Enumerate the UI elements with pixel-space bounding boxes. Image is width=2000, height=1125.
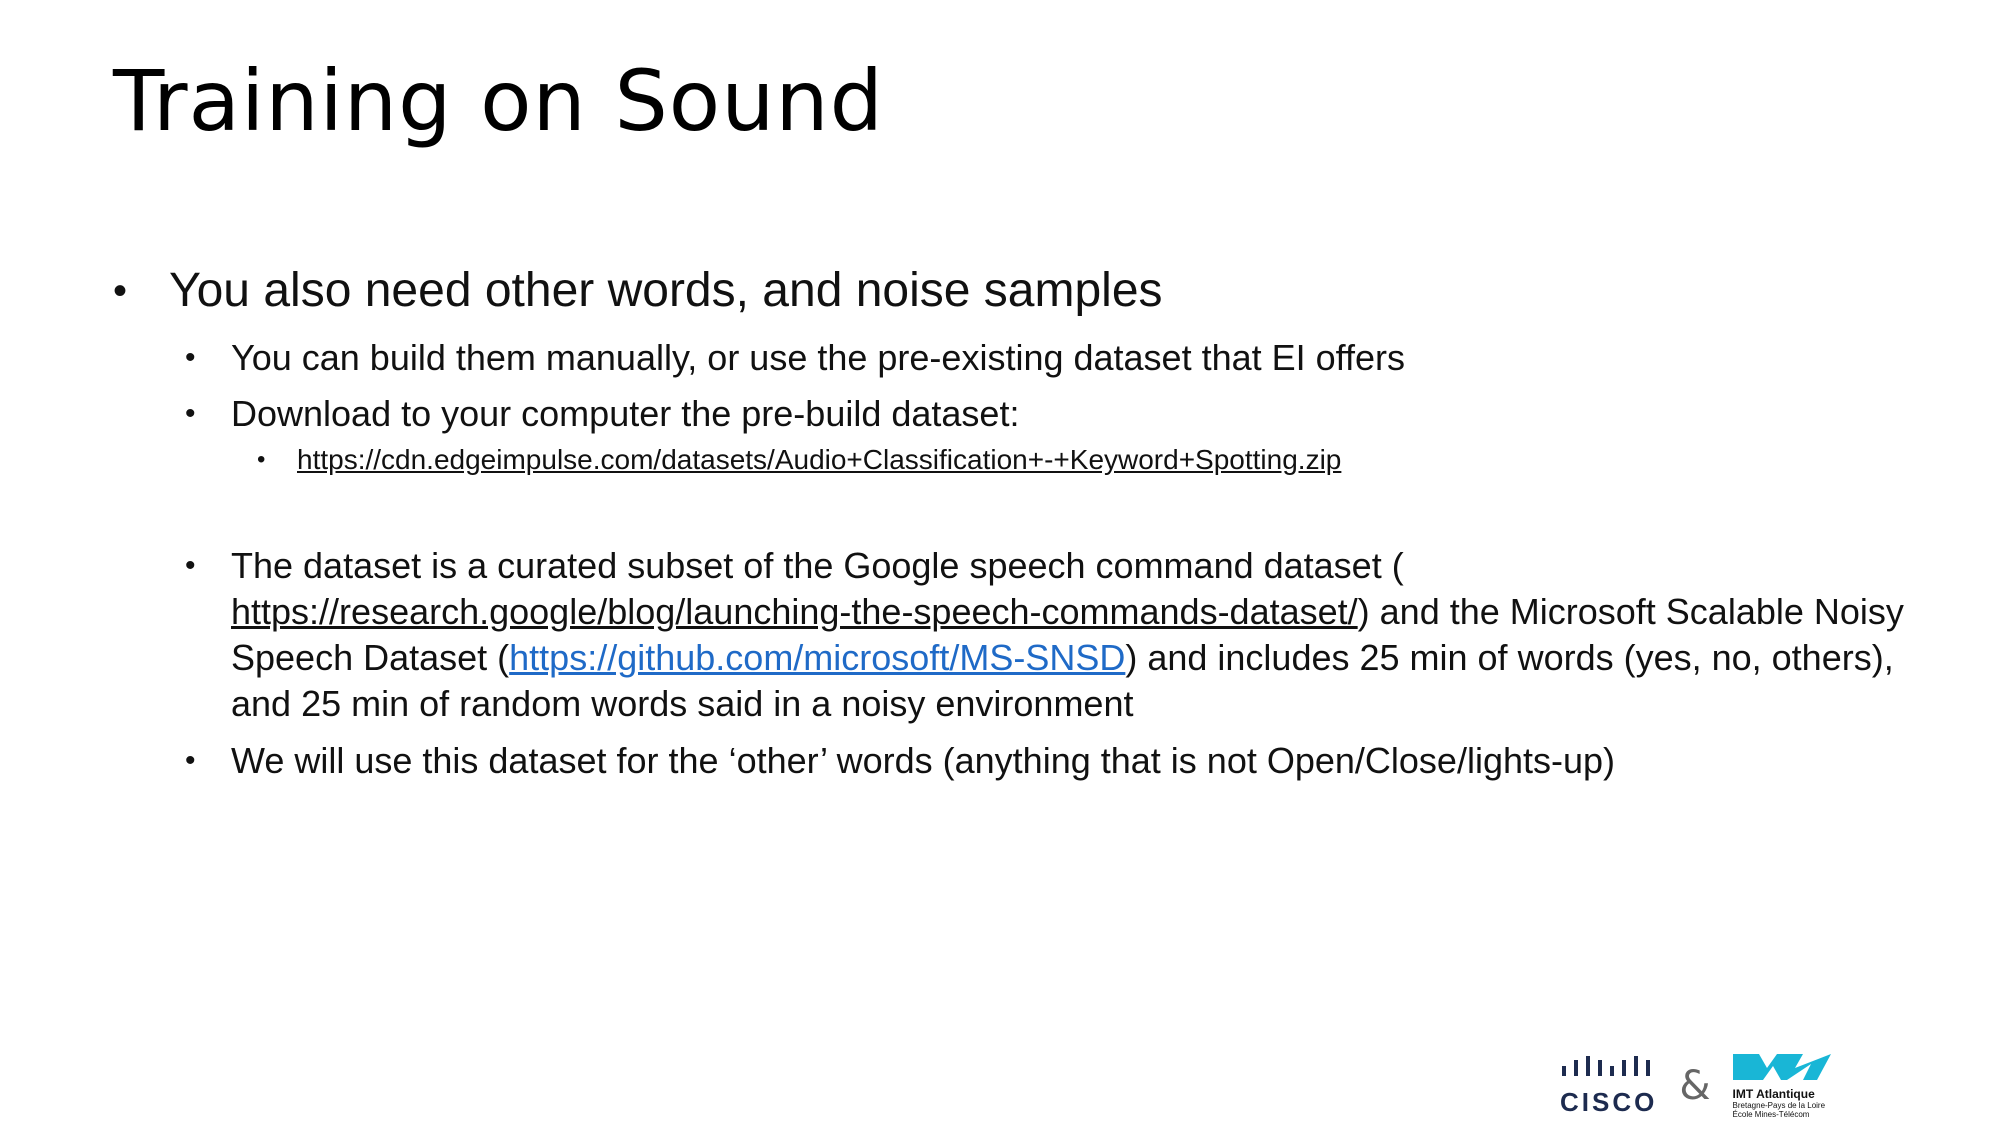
bullet-sub-1-text: You can build them manually, or use the …	[231, 337, 1406, 378]
bullet-sub-2-link: • https://cdn.edgeimpulse.com/datasets/A…	[113, 443, 1341, 477]
bullet-dot: •	[257, 446, 266, 473]
cisco-wordmark: CISCO	[1560, 1086, 1658, 1117]
imt-mark-icon	[1732, 1054, 1831, 1080]
cisco-logo: CISCO	[1560, 1054, 1657, 1118]
ampersand: &	[1679, 1062, 1711, 1109]
slide-title: Training on Sound	[113, 52, 884, 150]
bullet-sub-2-text: Download to your computer the pre-build …	[231, 393, 1020, 434]
bullet-dot: •	[185, 744, 196, 777]
bullet-sub-3-text: The dataset is a curated subset of the G…	[231, 543, 1931, 727]
ms-snsd-link[interactable]: https://github.com/microsoft/MS-SNSD	[509, 637, 1125, 678]
bullet-main-text: You also need other words, and noise sam…	[169, 264, 1163, 317]
bullet-dot: •	[185, 549, 196, 582]
bullet-sub-4: • We will use this dataset for the ‘othe…	[113, 738, 1615, 784]
bullet-sub-1: • You can build them manually, or use th…	[113, 335, 1405, 381]
imt-line1: Bretagne-Pays de la Loire	[1732, 1101, 1826, 1110]
imt-logo: IMT Atlantique Bretagne-Pays de la Loire…	[1732, 1052, 1831, 1119]
bullet-sub-3-part1: The dataset is a curated subset of the G…	[231, 545, 1404, 586]
cisco-bars-icon	[1562, 1055, 1650, 1076]
google-speech-link[interactable]: https://research.google/blog/launching-t…	[231, 591, 1358, 632]
imt-text-block: IMT Atlantique Bretagne-Pays de la Loire…	[1733, 1087, 1831, 1119]
edgeimpulse-dataset-link[interactable]: https://cdn.edgeimpulse.com/datasets/Aud…	[297, 443, 1341, 477]
bullet-dot: •	[113, 269, 128, 313]
bullet-dot: •	[185, 341, 196, 374]
imt-line2: École Mines-Télécom	[1732, 1110, 1810, 1119]
imt-name: IMT Atlantique	[1732, 1087, 1815, 1101]
bullet-sub-4-text: We will use this dataset for the ‘other’…	[231, 740, 1616, 781]
bullet-main: • You also need other words, and noise s…	[113, 263, 1163, 319]
bullet-sub-3: • The dataset is a curated subset of the…	[113, 543, 1931, 727]
bullet-sub-2: • Download to your computer the pre-buil…	[113, 391, 1019, 437]
bullet-dot: •	[185, 397, 196, 430]
footer-logos: CISCO & IMT Atlantique Bretagne-Pays de …	[1560, 1052, 1831, 1119]
